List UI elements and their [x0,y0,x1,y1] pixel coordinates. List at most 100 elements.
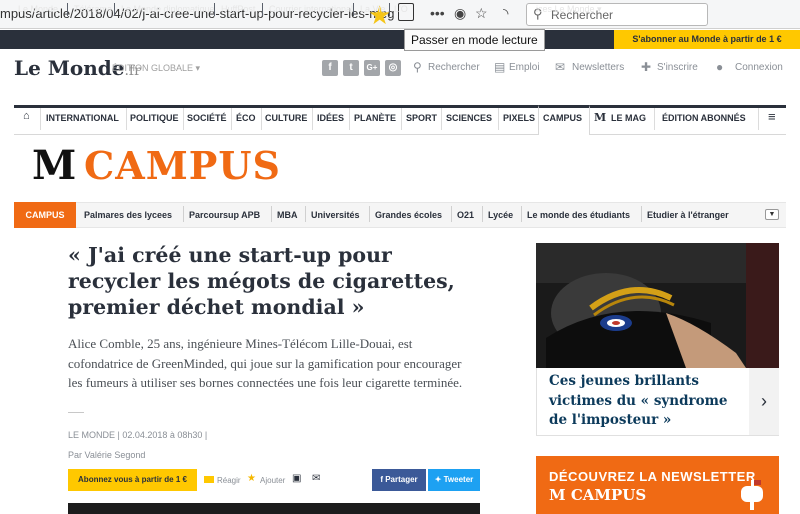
nav-item-sport[interactable]: SPORT [406,113,437,123]
partner-link[interactable]: Courrier international [269,4,353,14]
nav-item-culture[interactable]: CULTURE [265,113,307,123]
divider [641,206,642,222]
rss-icon[interactable]: ◝ [503,5,508,22]
divider [401,108,402,130]
divider [214,3,215,16]
nav-item-le-mag[interactable]: LE MAG [611,113,646,123]
divider [349,108,350,130]
divider [441,108,442,130]
chevron-right-icon[interactable]: › [749,368,779,435]
campus-nav-item[interactable]: Parcoursup APB [189,210,260,220]
partner-link[interactable]: L'O [394,4,408,14]
divider [261,108,262,130]
user-icon: ● [716,60,724,74]
nav-item-international[interactable]: INTERNATIONAL [46,113,119,123]
edition-selector[interactable]: ÉDITION GLOBALE ▾ [112,63,200,74]
divider [126,108,127,130]
campus-nav-item[interactable]: MBA [277,210,298,220]
newsletter-line2: M CAMPUS [549,486,646,504]
divider [183,206,184,222]
divider [389,3,390,16]
divider [231,108,232,130]
nav-item-politique[interactable]: POLITIQUE [130,113,179,123]
newsletter-campus-word: CAMPUS [570,486,647,504]
add-user-icon: ✚ [641,60,652,74]
campus-nav-item[interactable]: O21 [457,210,474,220]
campus-nav-item[interactable]: Le monde des étudiants [527,210,630,220]
divider [114,3,115,16]
campus-nav-item[interactable]: Etudier à l'étranger [647,210,729,220]
briefcase-icon: ▤ [494,60,506,74]
twitter-share-button[interactable]: ✦ Tweeter [428,469,480,491]
campus-logo-word[interactable]: CAMPUS [84,142,281,190]
hamburger-icon[interactable]: ≡ [768,109,776,124]
mailbox-icon [741,480,763,510]
nav-item-idees[interactable]: IDÉES [317,113,344,123]
facebook-share-button[interactable]: f Partager [372,469,426,491]
envelope-icon: ✉ [555,60,566,74]
share-label: Partager [385,475,418,484]
partner-services-link[interactable]: ices Le Monde ▾ [536,4,602,15]
divider [498,108,499,130]
react-link[interactable]: Réagir [217,476,241,485]
divider [67,3,68,16]
tweet-label: Tweeter [443,475,474,484]
star-outline-icon[interactable]: ☆ [475,5,488,22]
nav-item-sciences[interactable]: SCIENCES [446,113,492,123]
promo-image[interactable] [536,243,779,368]
divider [451,206,452,222]
nav-item-eco[interactable]: ÉCO [236,113,256,123]
divider [353,3,354,16]
campus-nav-active[interactable]: CAMPUS [14,202,76,228]
divider [40,108,41,130]
twitter-icon[interactable]: t [343,60,359,76]
nav-item-pixels[interactable]: PIXELS [503,113,535,123]
campus-nav-item[interactable]: Palmares des lycees [84,210,172,220]
promo-title[interactable]: Ces jeunes brillants victimes du « syndr… [549,372,749,431]
campus-m-icon: M [549,486,571,504]
google-plus-icon[interactable]: G+ [364,60,380,76]
signup-link[interactable]: S'inscrire [657,62,698,73]
add-link[interactable]: Ajouter [260,476,285,485]
search-icon: ⚲ [413,60,422,74]
partner-link[interactable]: Le Monde diplomatique [121,4,215,14]
subscribe-button[interactable]: S'abonner au Monde à partir de 1 € [614,30,800,49]
chevron-down-icon[interactable]: ▼ [765,209,779,220]
email-icon[interactable]: ✉ [312,473,320,484]
more-icon[interactable]: ••• [430,5,445,21]
jobs-link[interactable]: Emploi [509,62,540,73]
twitter-bird-icon: ✦ [434,475,444,484]
partner-link[interactable]: HuffPost [221,4,255,14]
divider [183,108,184,130]
divider [521,206,522,222]
article-author[interactable]: Par Valérie Segond [68,450,145,460]
nav-item-societe[interactable]: SOCIÉTÉ [187,113,227,123]
partner-link[interactable]: La Vie [360,4,385,14]
pocket-icon[interactable]: ◉ [454,5,466,22]
article-subscribe-button[interactable]: Abonnez vous à partir de 1 € [68,469,197,491]
divider [654,108,655,130]
campus-nav-item[interactable]: Lycée [488,210,513,220]
campus-nav-item[interactable]: Universités [311,210,360,220]
home-icon[interactable]: ⌂ [23,110,30,122]
facebook-icon[interactable]: f [322,60,338,76]
partner-link[interactable]: Le Monde [18,4,58,14]
star-icon: ★ [247,473,256,484]
campus-logo-mark[interactable]: M [32,144,76,188]
article-meta: LE MONDE | 02.04.2018 à 08h30 | [68,430,208,440]
instagram-icon[interactable]: ◎ [385,60,401,76]
reader-mode-tooltip: Passer en mode lecture [404,29,545,51]
login-link[interactable]: Connexion [735,62,783,73]
nav-item-edition-abonnes[interactable]: ÉDITION ABONNÉS [662,113,746,123]
header-search-link[interactable]: Rechercher [428,62,480,73]
logo-text: Le Monde [14,56,125,80]
nav-item-campus[interactable]: CAMPUS [543,113,582,123]
campus-nav-item[interactable]: Grandes écoles [375,210,442,220]
print-icon[interactable]: ▣ [292,473,301,484]
promo-photo [536,243,779,368]
comment-icon [204,476,214,483]
nav-item-planete[interactable]: PLANÈTE [354,113,396,123]
newsletters-link[interactable]: Newsletters [572,62,624,73]
partner-link[interactable]: Télérama [74,4,112,14]
divider [758,108,759,130]
